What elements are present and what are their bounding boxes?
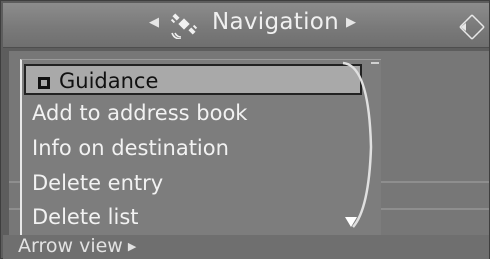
scroll-indicator[interactable]	[339, 59, 385, 235]
right-triangle-icon[interactable]: ▶	[346, 15, 356, 30]
arrow-view-label: Arrow view	[18, 235, 123, 257]
page-title: Navigation	[212, 9, 340, 35]
menu-item-info-on-destination[interactable]: Info on destination	[22, 132, 362, 165]
menu-item-delete-entry[interactable]: Delete entry	[22, 167, 362, 200]
idrive-screen: ◀ Navigation ▶ Arrow view ▶ Guidance Add…	[0, 0, 490, 259]
menu-item-label: Delete list	[32, 205, 139, 229]
menu-item-guidance[interactable]: Guidance	[24, 64, 362, 95]
menu-item-label: Info on destination	[32, 136, 229, 160]
controller-directions-icon	[459, 14, 485, 40]
satellite-icon	[170, 13, 198, 39]
left-triangle-icon[interactable]: ◀	[149, 15, 159, 30]
menu-item-label: Add to address book	[32, 101, 248, 125]
menu-item-label: Delete entry	[32, 171, 164, 195]
options-menu: Guidance Add to address book Info on des…	[20, 59, 381, 235]
menu-item-label: Guidance	[59, 69, 159, 93]
right-triangle-icon: ▶	[127, 240, 137, 253]
menu-header: ◀ Navigation ▶	[3, 3, 489, 48]
checkbox-icon[interactable]	[38, 77, 50, 89]
menu-item-delete-list[interactable]: Delete list	[22, 201, 362, 234]
menu-item-add-to-address-book[interactable]: Add to address book	[22, 97, 362, 130]
arrow-view-option[interactable]: Arrow view ▶	[18, 235, 136, 257]
